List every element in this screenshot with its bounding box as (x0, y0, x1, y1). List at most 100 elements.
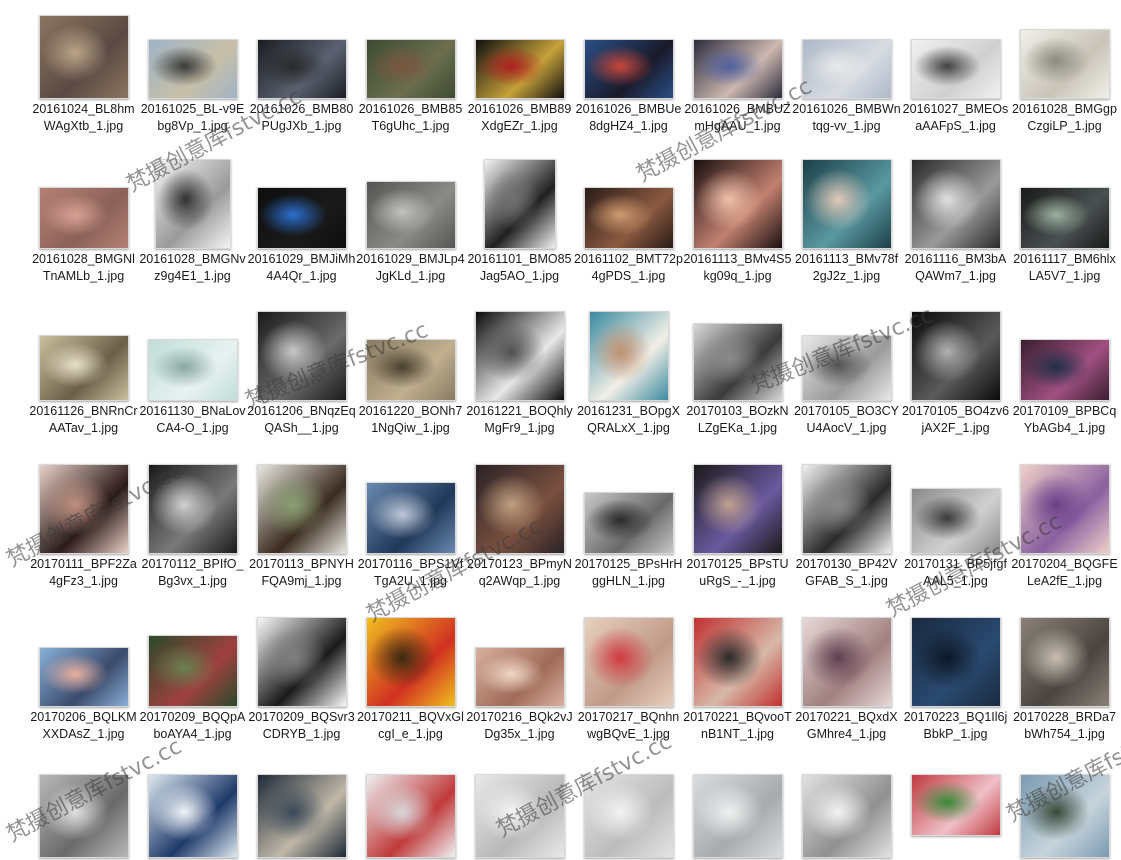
image-thumbnail[interactable] (474, 311, 565, 401)
image-thumbnail[interactable] (474, 464, 565, 554)
image-thumbnail[interactable] (1019, 617, 1110, 707)
image-thumbnail[interactable] (910, 488, 1001, 554)
image-thumbnail[interactable] (256, 39, 347, 99)
image-thumbnail[interactable] (692, 774, 783, 858)
thumbnail-frame (356, 13, 465, 99)
image-thumbnail[interactable] (256, 464, 347, 554)
image-thumbnail[interactable] (474, 647, 565, 707)
file-name-label: 20161220_BONh71NgQiw_1.jpg (358, 404, 463, 435)
image-thumbnail[interactable] (38, 464, 129, 554)
image-thumbnail[interactable] (147, 774, 238, 858)
file-name-label: 20170221_BQxdXGMhre4_1.jpg (795, 710, 898, 741)
thumbnail-frame (29, 13, 138, 99)
image-thumbnail[interactable] (256, 617, 347, 707)
image-thumbnail[interactable] (365, 774, 456, 858)
file-name-label: 20170204_BQGFELeA2fE_1.jpg (1011, 557, 1118, 588)
image-thumbnail[interactable] (583, 187, 674, 249)
thumbnail-frame (792, 159, 901, 249)
thumbnail-frame (465, 159, 574, 249)
file-name-label: 20170228_BRDa7bWh754_1.jpg (1013, 710, 1116, 741)
file-grid: 20161024_BL8hmWAgXtb_1.jpg 20161025_BL-v9… (0, 0, 1121, 858)
file-name-label: 20170211_BQVxGlcgI_e_1.jpg (357, 710, 464, 741)
image-thumbnail[interactable] (365, 39, 456, 99)
image-thumbnail[interactable] (583, 774, 674, 858)
thumbnail-frame (356, 468, 465, 554)
image-thumbnail[interactable] (588, 311, 669, 401)
image-thumbnail[interactable] (801, 159, 892, 249)
image-thumbnail[interactable] (910, 617, 1001, 707)
file-name-label: 20161028_BMGNlTnAMLb_1.jpg (32, 252, 135, 283)
image-thumbnail[interactable] (474, 39, 565, 99)
file-name-label: 20170216_BQk2vJDg35x_1.jpg (466, 710, 573, 741)
image-thumbnail[interactable] (583, 492, 674, 554)
image-thumbnail[interactable] (692, 323, 783, 401)
thumbnail-frame (356, 774, 465, 860)
image-thumbnail[interactable] (692, 159, 783, 249)
file-name-label: 20161113_BMv4S5kg09q_1.jpg (683, 252, 792, 283)
thumbnail-frame (792, 617, 901, 707)
image-thumbnail[interactable] (38, 774, 129, 858)
image-thumbnail[interactable] (256, 311, 347, 401)
image-thumbnail[interactable] (154, 159, 231, 249)
thumbnail-frame (574, 311, 683, 401)
image-thumbnail[interactable] (365, 181, 456, 249)
image-thumbnail[interactable] (365, 482, 456, 554)
image-thumbnail[interactable] (801, 335, 892, 401)
thumbnail-frame (683, 159, 792, 249)
image-thumbnail[interactable] (147, 339, 238, 401)
image-thumbnail[interactable] (38, 647, 129, 707)
image-thumbnail[interactable] (147, 635, 238, 707)
thumbnail-frame (683, 617, 792, 707)
file-name-label: 20170109_BPBCqYbAGb4_1.jpg (1012, 404, 1117, 435)
thumbnail-frame (1010, 13, 1119, 99)
image-thumbnail[interactable] (801, 39, 892, 99)
file-name-label: 20161221_BOQhlyMgFr9_1.jpg (466, 404, 573, 435)
image-thumbnail[interactable] (583, 617, 674, 707)
image-thumbnail[interactable] (1019, 29, 1110, 99)
thumbnail-frame (465, 311, 574, 401)
image-thumbnail[interactable] (365, 339, 456, 401)
image-thumbnail[interactable] (1019, 774, 1110, 858)
thumbnail-frame (465, 774, 574, 860)
file-name-label: 20161028_BMGNvz9g4E1_1.jpg (139, 252, 246, 283)
file-name-label: 20170206_BQLKMXXDAsZ_1.jpg (30, 710, 137, 741)
image-thumbnail[interactable] (801, 774, 892, 858)
image-thumbnail[interactable] (910, 774, 1001, 836)
image-thumbnail[interactable] (692, 464, 783, 554)
image-thumbnail[interactable] (256, 187, 347, 249)
image-thumbnail[interactable] (483, 159, 556, 249)
image-thumbnail[interactable] (1019, 339, 1110, 401)
file-name-label: 20170221_BQvooTnB1NT_1.jpg (683, 710, 792, 741)
image-thumbnail[interactable] (38, 187, 129, 249)
thumbnail-frame (1010, 774, 1119, 860)
image-thumbnail[interactable] (801, 464, 892, 554)
thumbnail-frame (901, 774, 1010, 860)
file-name-label: 20170223_BQ1Il6jBbkP_1.jpg (903, 710, 1008, 741)
file-name-label: 20161026_BMBUe8dgHZ4_1.jpg (575, 102, 682, 133)
image-thumbnail[interactable] (38, 15, 129, 99)
image-thumbnail[interactable] (910, 39, 1001, 99)
image-thumbnail[interactable] (147, 39, 238, 99)
image-thumbnail[interactable] (583, 39, 674, 99)
thumbnail-frame (247, 163, 356, 249)
image-thumbnail[interactable] (365, 617, 456, 707)
image-thumbnail[interactable] (910, 311, 1001, 401)
file-name-label: 20161130_BNaLovCA4-O_1.jpg (139, 404, 246, 435)
image-thumbnail[interactable] (692, 617, 783, 707)
thumbnail-frame (683, 13, 792, 99)
file-name-label: 20161027_BMEOsaAAFpS_1.jpg (902, 102, 1009, 133)
image-thumbnail[interactable] (910, 159, 1001, 249)
image-thumbnail[interactable] (1019, 187, 1110, 249)
file-name-label: 20170103_BOzkNLZgEKa_1.jpg (686, 404, 789, 435)
image-thumbnail[interactable] (1019, 464, 1110, 554)
image-thumbnail[interactable] (801, 617, 892, 707)
image-thumbnail[interactable] (256, 774, 347, 858)
thumbnail-frame (138, 13, 247, 99)
thumbnail-frame (901, 13, 1010, 99)
image-thumbnail[interactable] (147, 464, 238, 554)
image-thumbnail[interactable] (474, 774, 565, 858)
image-thumbnail[interactable] (38, 335, 129, 401)
image-thumbnail[interactable] (692, 39, 783, 99)
thumbnail-frame (1010, 617, 1119, 707)
file-name-label: 20161029_BMJLp4JgKLd_1.jpg (356, 252, 465, 283)
